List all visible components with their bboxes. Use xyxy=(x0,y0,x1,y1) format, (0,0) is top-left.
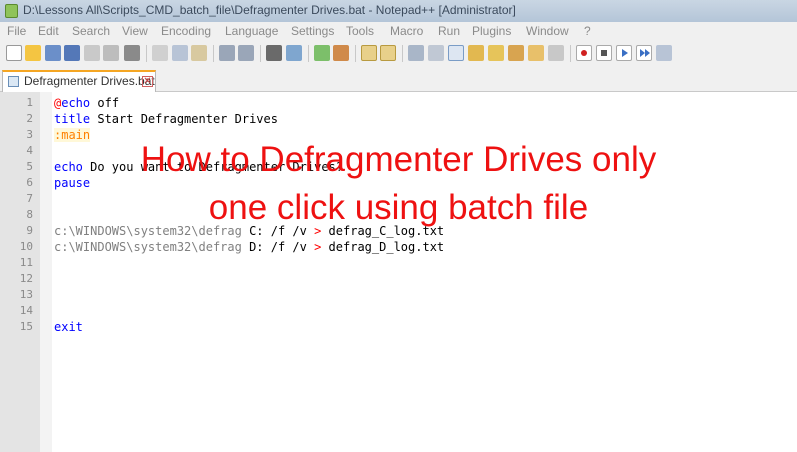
caption-line-2: one click using batch file xyxy=(208,188,589,227)
redo-icon[interactable] xyxy=(238,45,254,61)
menu-window[interactable]: Window xyxy=(526,24,569,38)
save-icon[interactable] xyxy=(45,45,61,61)
cut-icon[interactable] xyxy=(152,45,168,61)
menu-search[interactable]: Search xyxy=(72,24,110,38)
monitor-icon[interactable] xyxy=(548,45,564,61)
menu-edit[interactable]: Edit xyxy=(38,24,59,38)
line-number: 13 xyxy=(19,288,33,301)
show-all-chars-icon[interactable] xyxy=(428,45,444,61)
play-macro-icon[interactable] xyxy=(616,45,632,61)
function-list-icon[interactable] xyxy=(508,45,524,61)
doc-map-icon[interactable] xyxy=(488,45,504,61)
toolbar xyxy=(0,41,797,67)
new-file-icon[interactable] xyxy=(6,45,22,61)
sync-horizontal-icon[interactable] xyxy=(380,45,396,61)
line-number: 15 xyxy=(19,320,33,333)
line-number: 12 xyxy=(19,272,33,285)
line-number: 11 xyxy=(19,256,33,269)
menu-encoding[interactable]: Encoding xyxy=(161,24,211,38)
menu-tools[interactable]: Tools xyxy=(346,24,374,38)
copy-icon[interactable] xyxy=(172,45,188,61)
tab-defragmenter-drives[interactable]: Defragmenter Drives.bat ✕ xyxy=(2,70,156,92)
code-token: exit xyxy=(54,320,83,334)
code-token: c:\WINDOWS\system32\defrag xyxy=(54,240,242,254)
line-number: 2 xyxy=(26,112,33,125)
code-token: Start Defragmenter Drives xyxy=(90,112,278,126)
tab-close-icon[interactable]: ✕ xyxy=(142,76,153,87)
code-token: echo xyxy=(61,96,91,110)
word-wrap-icon[interactable] xyxy=(408,45,424,61)
line-number: 1 xyxy=(26,96,33,109)
code-line-10: c:\WINDOWS\system32\defrag D: /f /v > de… xyxy=(54,239,444,255)
menu-macro[interactable]: Macro xyxy=(390,24,423,38)
record-macro-icon[interactable] xyxy=(576,45,592,61)
video-caption-overlay: How to Defragmenter Drives only one clic… xyxy=(0,136,797,232)
menu-language[interactable]: Language xyxy=(225,24,278,38)
menu-file[interactable]: File xyxy=(7,24,26,38)
menu-settings[interactable]: Settings xyxy=(291,24,334,38)
tab-label: Defragmenter Drives.bat xyxy=(24,74,155,88)
zoom-in-icon[interactable] xyxy=(314,45,330,61)
code-line-15: exit xyxy=(54,319,83,335)
menu-run[interactable]: Run xyxy=(438,24,460,38)
find-icon[interactable] xyxy=(266,45,282,61)
zoom-out-icon[interactable] xyxy=(333,45,349,61)
code-token: D: /f /v xyxy=(241,240,315,254)
sync-vertical-icon[interactable] xyxy=(361,45,377,61)
line-number: 10 xyxy=(19,240,33,253)
menu-bar: File Edit Search View Encoding Language … xyxy=(0,22,797,41)
udl-icon[interactable] xyxy=(468,45,484,61)
code-token: title xyxy=(54,112,91,126)
replace-icon[interactable] xyxy=(286,45,302,61)
menu-plugins[interactable]: Plugins xyxy=(472,24,511,38)
open-file-icon[interactable] xyxy=(25,45,41,61)
code-line-1: @echo off xyxy=(54,95,119,111)
notepad-plus-plus-icon xyxy=(5,4,18,18)
indent-guide-icon[interactable] xyxy=(448,45,464,61)
line-number: 14 xyxy=(19,304,33,317)
run-macro-multiple-icon[interactable] xyxy=(636,45,652,61)
code-line-2: title Start Defragmenter Drives xyxy=(54,111,278,127)
file-icon xyxy=(8,76,19,87)
window-title: D:\Lessons All\Scripts_CMD_batch_file\De… xyxy=(23,3,516,17)
code-token: off xyxy=(90,96,120,110)
code-token: defrag_D_log.txt xyxy=(321,240,445,254)
menu-view[interactable]: View xyxy=(122,24,148,38)
save-macro-icon[interactable] xyxy=(656,45,672,61)
close-all-icon[interactable] xyxy=(103,45,119,61)
menu-help[interactable]: ? xyxy=(584,24,591,38)
paste-icon[interactable] xyxy=(191,45,207,61)
title-bar: D:\Lessons All\Scripts_CMD_batch_file\De… xyxy=(0,0,797,22)
caption-line-1: How to Defragmenter Drives only xyxy=(140,140,657,179)
folder-workspace-icon[interactable] xyxy=(528,45,544,61)
save-all-icon[interactable] xyxy=(64,45,80,61)
close-icon[interactable] xyxy=(84,45,100,61)
undo-icon[interactable] xyxy=(219,45,235,61)
print-icon[interactable] xyxy=(124,45,140,61)
tab-bar: Defragmenter Drives.bat ✕ xyxy=(0,66,797,92)
stop-record-icon[interactable] xyxy=(596,45,612,61)
